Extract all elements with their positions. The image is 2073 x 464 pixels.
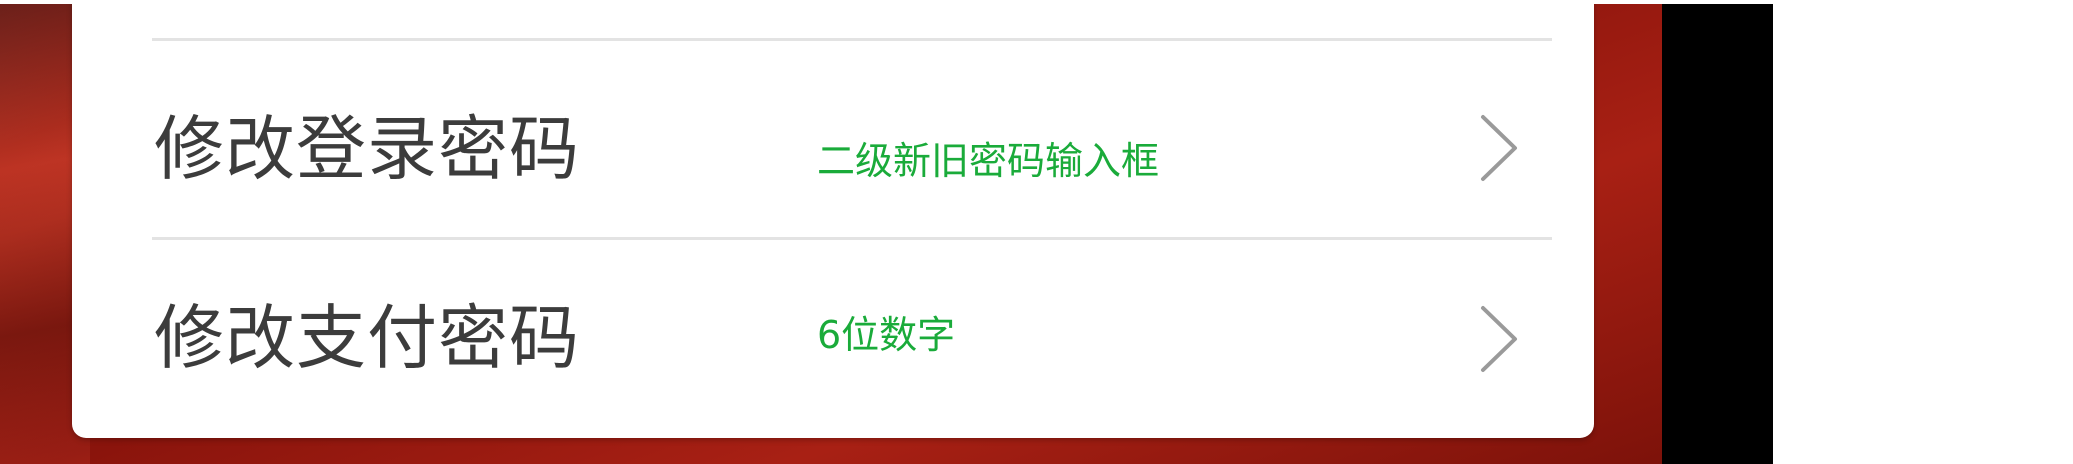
list-item-change-login-password[interactable]: 修改登录密码 二级新旧密码输入框 [72,41,1594,237]
black-side-bar [1662,4,1773,464]
change-payment-password-label: 修改支付密码 [154,297,580,379]
list-item-change-payment-password[interactable]: 修改支付密码 6位数字 [72,240,1594,436]
settings-card: 修改登录密码 二级新旧密码输入框 修改支付密码 6位数字 [72,4,1594,438]
chevron-right-icon [1481,306,1517,372]
change-login-password-hint: 二级新旧密码输入框 [817,139,1160,183]
change-payment-password-hint: 6位数字 [817,313,956,357]
chevron-right-icon [1481,115,1517,181]
app-screen: 修改登录密码 二级新旧密码输入框 修改支付密码 6位数字 [0,4,1773,464]
change-login-password-label: 修改登录密码 [154,108,580,190]
